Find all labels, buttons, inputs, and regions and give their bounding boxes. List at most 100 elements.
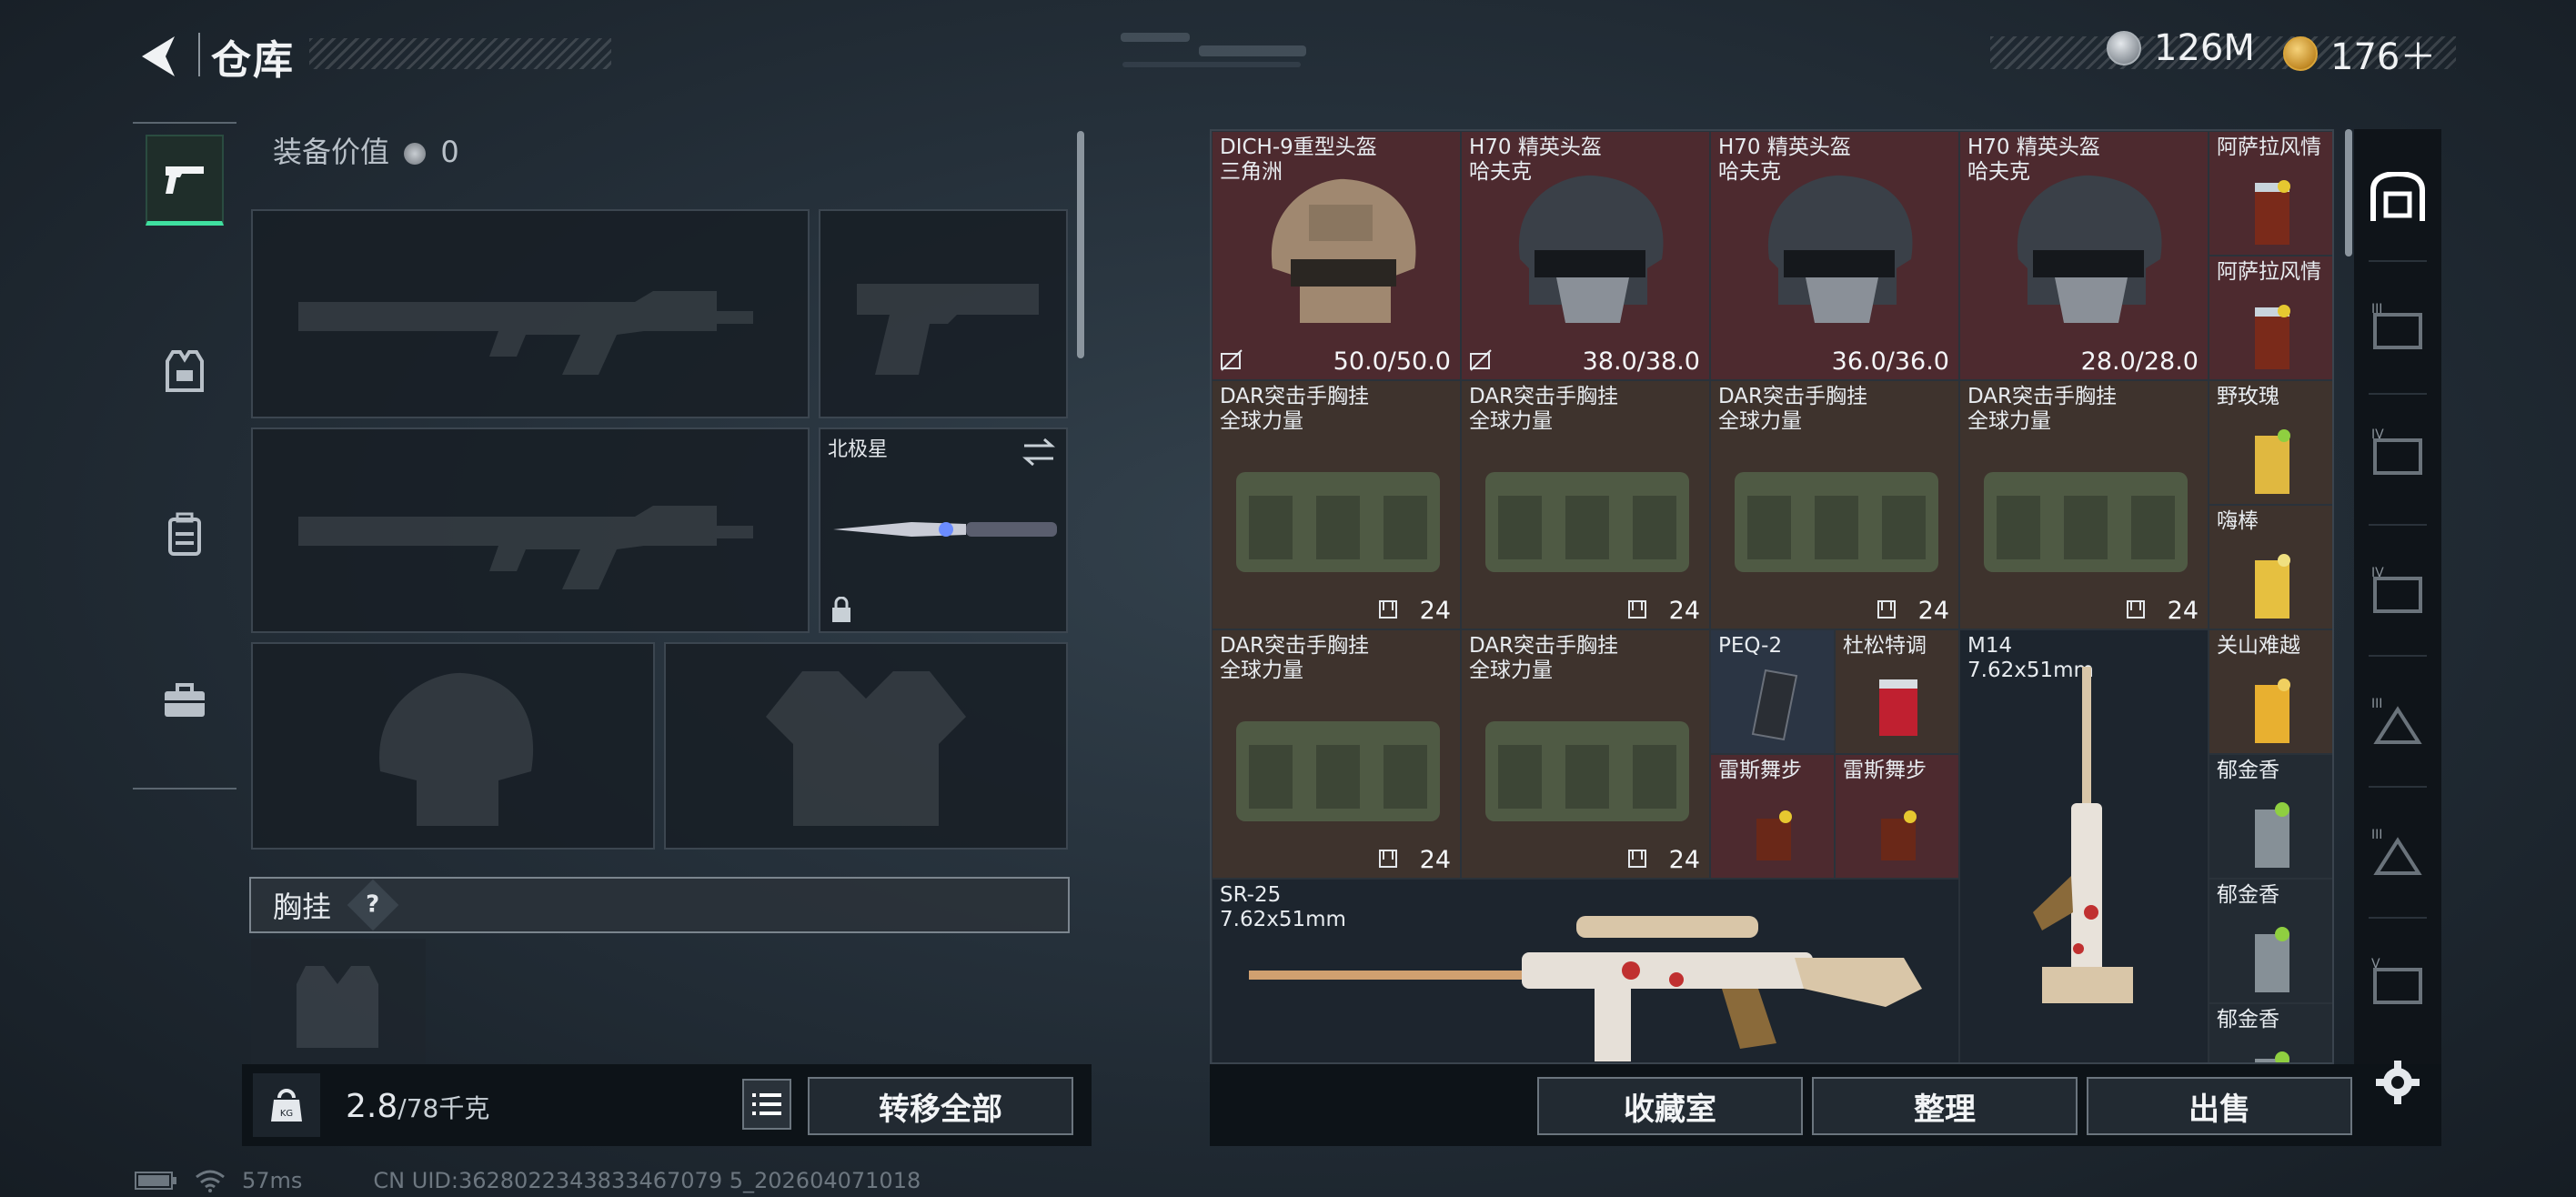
backpack-icon [168,512,201,556]
equipment-value-amount: 0 [440,135,459,169]
gear-icon[interactable] [2374,1059,2421,1106]
case-tier-3-icon: III [2371,302,2422,349]
cocktail-glass-icon [2255,305,2290,369]
item-capacity: 24 [1917,597,1949,625]
page-title: 仓库 [211,37,295,84]
capacity-icon [1379,600,1397,619]
list-view-button[interactable] [742,1079,791,1130]
battery-icon [135,1172,176,1190]
nav-armor[interactable] [146,326,224,417]
nav-backpack[interactable] [146,489,224,580]
item-drink[interactable]: 郁金香 [2209,754,2332,879]
nav-weapons[interactable] [146,135,224,226]
item-chest-rig[interactable]: DAR突击手胸挂 全球力量 24 [1710,380,1959,629]
inventory-scrollbar[interactable] [2345,129,2352,256]
primary-weapon-slot[interactable] [251,209,810,418]
rail-case-3[interactable]: III [2367,819,2429,884]
weight-current: 2.8 [346,1088,398,1125]
item-drink[interactable]: 野玫瑰 [2209,380,2332,505]
case-tier-5-icon: V [2371,957,2422,1004]
item-durability: 38.0/38.0 [1582,347,1700,376]
back-arrow-icon[interactable] [135,33,184,80]
nav-toolbox[interactable] [146,655,224,746]
chest-rig-image [1485,721,1689,821]
knife-icon [833,522,1057,537]
sell-button[interactable]: 出售 [2087,1077,2352,1135]
laser-device-icon [1751,669,1798,741]
cocktail-glass-icon [2255,429,2290,494]
item-drink[interactable]: 阿萨拉风情 [2209,131,2332,256]
pistol-placeholder-icon [857,284,1039,375]
collection-room-button[interactable]: 收藏室 [1537,1077,1803,1135]
item-drink[interactable]: 雷斯舞步 [1710,754,1835,879]
svg-text:III: III [2371,828,2382,842]
item-capacity: 24 [1419,846,1451,874]
item-chest-rig[interactable]: DAR突击手胸挂 全球力量 24 [1212,380,1461,629]
item-chest-rig[interactable]: DAR突击手胸挂 全球力量 24 [1461,380,1710,629]
item-durability: 28.0/28.0 [2080,347,2199,376]
item-helmet-h70[interactable]: H70 精英头盔 哈夫克 38.0/38.0 [1461,131,1710,380]
helmet-placeholder-icon [379,672,534,826]
helmet-slot[interactable] [251,642,655,850]
rifle-placeholder-icon [298,506,753,589]
chest-rig-header: 胸挂 ? [249,877,1070,933]
item-weapon-m14[interactable]: M14 7.62x51mm [1959,629,2209,1062]
capacity-icon [1877,600,1896,619]
rail-case-4[interactable]: IV [2367,557,2429,622]
item-drink[interactable]: 郁金香 [2209,1003,2332,1062]
tan-helmet-image [1271,178,1416,323]
chest-rig-image [1236,472,1440,572]
uid-text: CN UID:3628022343833467079 5_20260407101… [373,1168,921,1193]
cocktail-glass-icon [2255,679,2290,743]
item-capacity: 24 [1668,597,1700,625]
sidearm-slot[interactable] [819,209,1068,418]
item-drink[interactable]: 杜松特调 [1835,629,1959,754]
case-tier-4-icon: IV [2371,566,2422,613]
kettlebell-icon: KG [271,1089,302,1122]
body-armor-slot[interactable] [664,642,1068,850]
item-drink[interactable]: 嗨棒 [2209,505,2332,629]
title-decoration [309,38,611,69]
rail-case-5[interactable]: V [2367,948,2429,1013]
sort-button[interactable]: 整理 [1812,1077,2078,1135]
silver-coin-icon [404,143,427,165]
item-helmet-dich9[interactable]: DICH-9重型头盔 三角洲 50.0/50.0 [1212,131,1461,380]
transfer-all-button[interactable]: 转移全部 [808,1077,1073,1135]
armor-placeholder-icon [766,671,966,826]
loadout-scrollbar[interactable] [1077,131,1084,358]
item-capacity: 24 [2167,597,2199,625]
chest-rig-image [1984,472,2188,572]
item-chest-rig[interactable]: DAR突击手胸挂 全球力量 24 [1212,629,1461,879]
chest-rig-image [1485,472,1689,572]
item-durability: 36.0/36.0 [1831,347,1949,376]
rail-safe-box[interactable] [2367,166,2429,231]
rail-case-4[interactable]: IV [2367,418,2429,484]
item-weapon-sr25[interactable]: SR-25 7.62x51mm [1212,879,1959,1062]
help-icon[interactable]: ? [347,879,399,931]
item-chest-rig[interactable]: DAR突击手胸挂 全球力量 24 [1461,629,1710,879]
item-drink[interactable]: 关山难越 [2209,629,2332,754]
rail-case-3[interactable]: III [2367,688,2429,753]
swap-icon[interactable] [1021,437,1057,468]
item-chest-rig[interactable]: DAR突击手胸挂 全球力量 24 [1959,380,2209,629]
rail-case-3[interactable]: III [2367,293,2429,358]
equipment-value: 装备价值 0 [273,129,459,171]
pistol-icon [166,166,204,194]
secondary-weapon-slot[interactable] [251,428,810,633]
toolbox-icon [165,683,205,717]
chest-rig-image [1735,472,1938,572]
chest-rig-slot[interactable] [251,939,426,1066]
weight-max: /78千克 [397,1093,490,1123]
item-helmet-h70[interactable]: H70 精英头盔 哈夫克 36.0/36.0 [1710,131,1959,380]
inventory-grid: DICH-9重型头盔 三角洲 50.0/50.0 H70 精英头盔 哈夫克 38… [1210,129,2334,1064]
item-drink[interactable]: 雷斯舞步 [1835,754,1959,879]
case-tier-3-icon: III [2371,828,2422,875]
item-peq2[interactable]: PEQ-2 [1710,629,1835,754]
gold-coin-icon [2283,36,2318,71]
capacity-icon [1379,850,1397,868]
item-drink[interactable]: 阿萨拉风情 [2209,256,2332,380]
melee-slot[interactable]: 北极星 [819,428,1068,633]
item-helmet-h70[interactable]: H70 精英头盔 哈夫克 28.0/28.0 [1959,131,2209,380]
cocktail-glass-icon [1881,810,1917,860]
item-drink[interactable]: 郁金香 [2209,879,2332,1003]
